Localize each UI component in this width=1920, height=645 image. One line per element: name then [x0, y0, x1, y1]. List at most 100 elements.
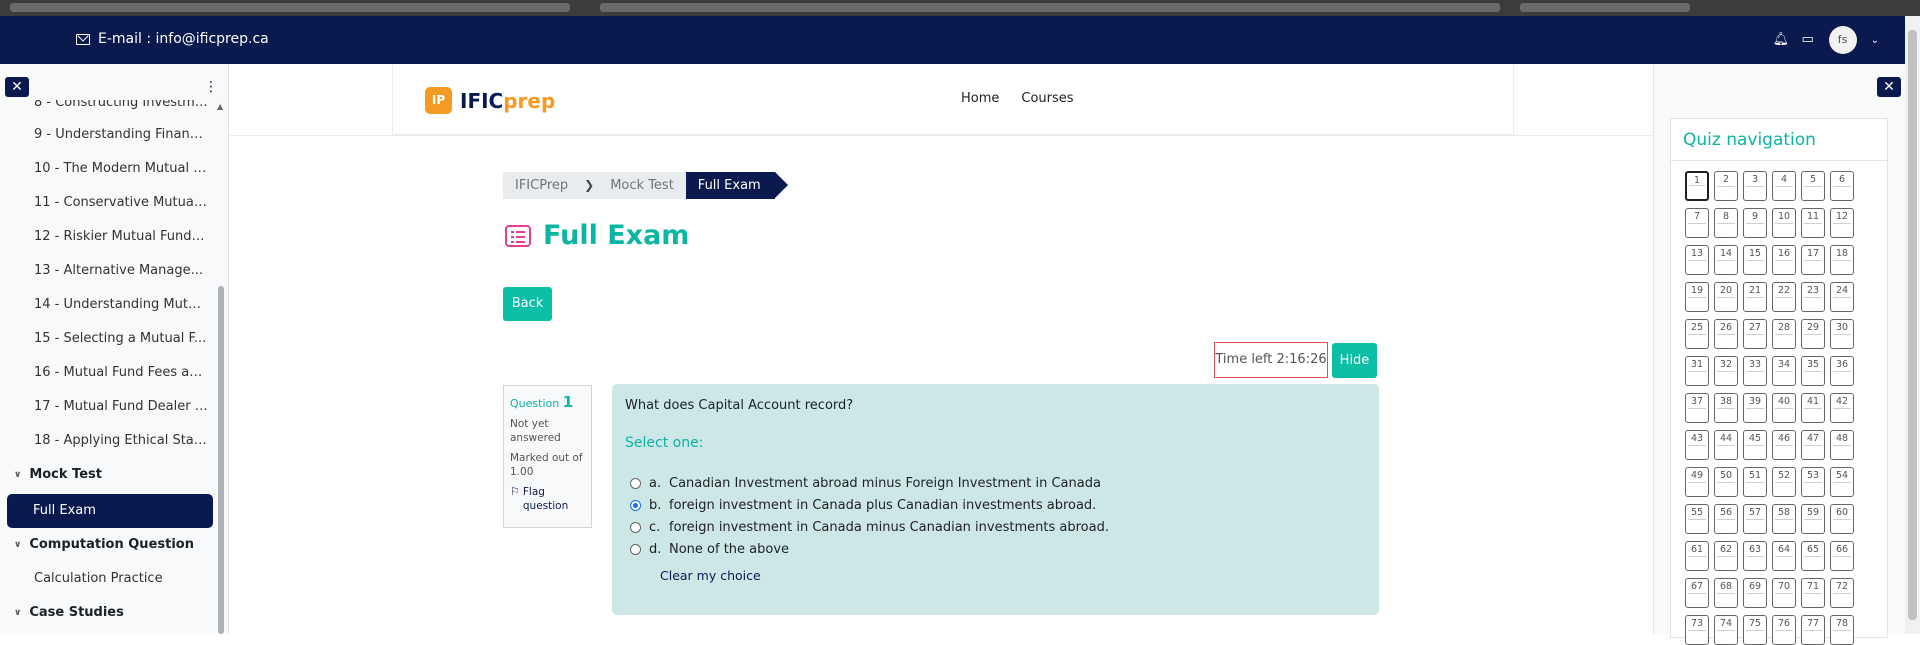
quiz-nav-button-64[interactable]: 64: [1772, 541, 1796, 571]
sidebar-item-14[interactable]: 14 - Understanding Mutu...: [0, 288, 208, 322]
sidebar-item-9[interactable]: 9 - Understanding Financi...: [0, 118, 208, 152]
quiz-nav-button-34[interactable]: 34: [1772, 356, 1796, 386]
quiz-nav-button-63[interactable]: 63: [1743, 541, 1767, 571]
quiz-nav-button-7[interactable]: 7: [1685, 208, 1709, 238]
chat-icon[interactable]: ▭: [1801, 33, 1815, 47]
quiz-nav-button-62[interactable]: 62: [1714, 541, 1738, 571]
scroll-up-icon[interactable]: ▲: [217, 102, 223, 111]
more-options-icon[interactable]: ⋮: [204, 79, 218, 95]
quiz-nav-button-12[interactable]: 12: [1830, 208, 1854, 238]
sidebar-item-10[interactable]: 10 - The Modern Mutual F...: [0, 152, 208, 186]
quiz-nav-button-35[interactable]: 35: [1801, 356, 1825, 386]
quiz-nav-button-65[interactable]: 65: [1801, 541, 1825, 571]
quiz-nav-button-23[interactable]: 23: [1801, 282, 1825, 312]
quiz-nav-button-51[interactable]: 51: [1743, 467, 1767, 497]
quiz-nav-button-11[interactable]: 11: [1801, 208, 1825, 238]
sidebar-item-16[interactable]: 16 - Mutual Fund Fees an...: [0, 356, 208, 390]
quiz-nav-button-48[interactable]: 48: [1830, 430, 1854, 460]
quiz-nav-button-41[interactable]: 41: [1801, 393, 1825, 423]
quiz-nav-button-68[interactable]: 68: [1714, 578, 1738, 608]
nav-courses[interactable]: Courses: [1021, 91, 1073, 106]
quiz-nav-button-59[interactable]: 59: [1801, 504, 1825, 534]
quiz-nav-button-40[interactable]: 40: [1772, 393, 1796, 423]
radio-d[interactable]: [630, 543, 641, 555]
nav-home[interactable]: Home: [961, 91, 999, 106]
quiz-nav-button-56[interactable]: 56: [1714, 504, 1738, 534]
quiz-nav-button-3[interactable]: 3: [1743, 171, 1767, 201]
quiz-nav-button-43[interactable]: 43: [1685, 430, 1709, 460]
quiz-nav-button-19[interactable]: 19: [1685, 282, 1709, 312]
quiz-nav-button-15[interactable]: 15: [1743, 245, 1767, 275]
quiz-nav-button-67[interactable]: 67: [1685, 578, 1709, 608]
back-button[interactable]: Back: [503, 287, 552, 321]
quiz-nav-button-8[interactable]: 8: [1714, 208, 1738, 238]
site-logo[interactable]: IP IFICprep: [425, 87, 555, 114]
radio-b[interactable]: [630, 499, 641, 511]
quiz-nav-button-77[interactable]: 77: [1801, 615, 1825, 645]
quiz-nav-button-73[interactable]: 73: [1685, 615, 1709, 645]
quiz-nav-button-2[interactable]: 2: [1714, 171, 1738, 201]
section-computation-question[interactable]: ∨ Computation Question: [0, 528, 214, 562]
quiz-nav-button-42[interactable]: 42: [1830, 393, 1854, 423]
sidebar-item-calculation-practice[interactable]: Calculation Practice: [0, 562, 208, 596]
page-scrollbar[interactable]: [1905, 16, 1920, 634]
quiz-nav-button-44[interactable]: 44: [1714, 430, 1738, 460]
contact-email[interactable]: E-mail : info@ificprep.ca: [76, 31, 269, 47]
quiz-nav-button-13[interactable]: 13: [1685, 245, 1709, 275]
avatar[interactable]: fs: [1828, 26, 1857, 54]
drawer-scrollbar-thumb[interactable]: [218, 286, 224, 634]
quiz-nav-button-26[interactable]: 26: [1714, 319, 1738, 349]
quiz-nav-button-52[interactable]: 52: [1772, 467, 1796, 497]
quiz-nav-button-17[interactable]: 17: [1801, 245, 1825, 275]
flag-question-button[interactable]: ⚐ Flag question: [510, 485, 585, 513]
quiz-nav-button-1[interactable]: 1: [1685, 171, 1709, 201]
quiz-nav-button-45[interactable]: 45: [1743, 430, 1767, 460]
answer-option-c[interactable]: c. foreign investment in Canada minus Ca…: [630, 516, 1366, 538]
section-mock-test[interactable]: ∨ Mock Test: [0, 458, 214, 492]
answer-option-b[interactable]: b. foreign investment in Canada plus Can…: [630, 494, 1366, 516]
chevron-down-icon[interactable]: ⌄: [1871, 35, 1879, 46]
quiz-nav-button-31[interactable]: 31: [1685, 356, 1709, 386]
quiz-nav-button-22[interactable]: 22: [1772, 282, 1796, 312]
close-drawer-button[interactable]: ✕: [1877, 77, 1901, 97]
sidebar-item-18[interactable]: 18 - Applying Ethical Stan...: [0, 424, 208, 458]
quiz-nav-button-78[interactable]: 78: [1830, 615, 1854, 645]
quiz-nav-button-20[interactable]: 20: [1714, 282, 1738, 312]
quiz-nav-button-50[interactable]: 50: [1714, 467, 1738, 497]
radio-c[interactable]: [630, 521, 641, 533]
quiz-nav-button-33[interactable]: 33: [1743, 356, 1767, 386]
sidebar-item-8[interactable]: 8 - Constructing Investme...: [0, 100, 208, 118]
quiz-nav-button-57[interactable]: 57: [1743, 504, 1767, 534]
answer-option-a[interactable]: a. Canadian Investment abroad minus Fore…: [630, 472, 1366, 494]
radio-a[interactable]: [630, 477, 641, 489]
quiz-nav-button-14[interactable]: 14: [1714, 245, 1738, 275]
quiz-nav-button-39[interactable]: 39: [1743, 393, 1767, 423]
sidebar-item-full-exam[interactable]: Full Exam: [7, 494, 213, 528]
quiz-nav-button-71[interactable]: 71: [1801, 578, 1825, 608]
sidebar-item-11[interactable]: 11 - Conservative Mutual ...: [0, 186, 208, 220]
quiz-nav-button-53[interactable]: 53: [1801, 467, 1825, 497]
bell-icon[interactable]: 🔔︎: [1773, 33, 1790, 47]
quiz-nav-button-38[interactable]: 38: [1714, 393, 1738, 423]
quiz-nav-button-55[interactable]: 55: [1685, 504, 1709, 534]
quiz-nav-button-74[interactable]: 74: [1714, 615, 1738, 645]
quiz-nav-button-27[interactable]: 27: [1743, 319, 1767, 349]
quiz-nav-button-18[interactable]: 18: [1830, 245, 1854, 275]
quiz-nav-button-46[interactable]: 46: [1772, 430, 1796, 460]
sidebar-item-13[interactable]: 13 - Alternative Manage...: [0, 254, 208, 288]
quiz-nav-button-6[interactable]: 6: [1830, 171, 1854, 201]
quiz-nav-button-37[interactable]: 37: [1685, 393, 1709, 423]
clear-choice-link[interactable]: Clear my choice: [660, 568, 1366, 583]
quiz-nav-button-9[interactable]: 9: [1743, 208, 1767, 238]
quiz-nav-button-29[interactable]: 29: [1801, 319, 1825, 349]
quiz-nav-button-70[interactable]: 70: [1772, 578, 1796, 608]
sidebar-item-17[interactable]: 17 - Mutual Fund Dealer R...: [0, 390, 208, 424]
quiz-nav-button-10[interactable]: 10: [1772, 208, 1796, 238]
hide-timer-button[interactable]: Hide: [1332, 343, 1377, 378]
quiz-nav-button-75[interactable]: 75: [1743, 615, 1767, 645]
quiz-nav-button-54[interactable]: 54: [1830, 467, 1854, 497]
quiz-nav-button-72[interactable]: 72: [1830, 578, 1854, 608]
quiz-nav-button-76[interactable]: 76: [1772, 615, 1796, 645]
page-scrollbar-thumb[interactable]: [1908, 30, 1917, 620]
quiz-nav-button-60[interactable]: 60: [1830, 504, 1854, 534]
